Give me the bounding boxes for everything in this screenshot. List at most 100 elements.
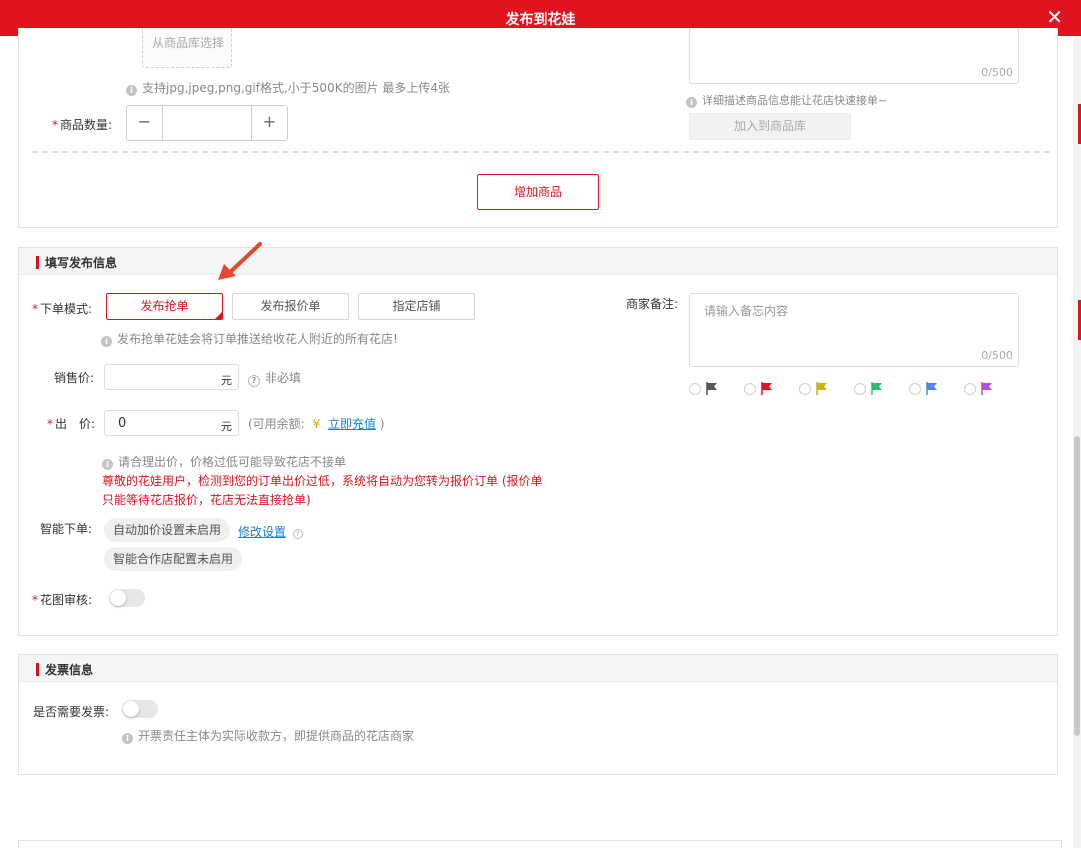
info-icon: i — [686, 97, 697, 108]
remark-char-count: 0/500 — [981, 349, 1013, 362]
required-mark: * — [47, 417, 53, 431]
toggle-knob — [110, 590, 126, 606]
offer-label-wrap: * 出 价: — [47, 415, 95, 432]
flag-option[interactable] — [744, 382, 778, 396]
offer-price-unit: 元 — [221, 420, 232, 433]
invoice-hint-text: 开票责任主体为实际收款方，即提供商品的花店商家 — [138, 729, 415, 743]
close-icon[interactable]: ✕ — [1046, 7, 1063, 27]
scrollbar[interactable] — [1073, 36, 1081, 848]
balance-suffix: ) — [379, 417, 385, 431]
quantity-minus-button[interactable]: − — [127, 106, 163, 140]
info-icon: i — [122, 733, 133, 744]
balance-symbol: ¥ — [312, 417, 321, 431]
upload-hint: i 支持jpg,jpeg,png,gif格式,小于500K的图片 最多上传4张 — [126, 79, 450, 96]
selected-corner-mark — [215, 312, 222, 319]
mode-grab-order-label: 发布抢单 — [140, 299, 189, 313]
need-invoice-label: 是否需要发票: — [33, 705, 110, 719]
offer-price-input[interactable]: 0 元 — [104, 410, 239, 436]
upload-hint-text: 支持jpg,jpeg,png,gif格式,小于500K的图片 最多上传4张 — [142, 81, 451, 95]
offer-hint: i 请合理出价，价格过低可能导致花店不接单 — [102, 453, 346, 470]
modify-settings-wrap: 修改设置 ? — [238, 523, 303, 540]
photo-review-label: 花图审核: — [40, 593, 93, 607]
toggle-knob — [123, 701, 139, 717]
invoice-hint: i 开票责任主体为实际收款方，即提供商品的花店商家 — [122, 727, 414, 744]
remark-textarea[interactable]: 请输入备忘内容 0/500 — [689, 293, 1019, 367]
flag-option[interactable] — [909, 382, 943, 396]
description-char-count: 0/500 — [981, 66, 1013, 79]
mode-hint-text: 发布抢单花娃会将订单推送给收花人附近的所有花店! — [117, 332, 398, 346]
flag-option[interactable] — [799, 382, 833, 396]
add-product-button[interactable]: 增加商品 — [477, 174, 599, 210]
divider — [32, 151, 1050, 153]
flag-radio[interactable] — [964, 383, 976, 395]
publish-info-header: 填写发布信息 — [19, 248, 1057, 275]
add-to-library-button[interactable]: 加入到商品库 — [689, 113, 851, 140]
mode-specified-shop-button[interactable]: 指定店铺 — [358, 293, 475, 320]
flag-option[interactable] — [689, 382, 723, 396]
order-mode-label-wrap: * 下单模式: — [32, 300, 92, 317]
annotation-arrow-icon — [218, 242, 262, 280]
flag-option[interactable] — [964, 382, 998, 396]
flag-icon — [706, 382, 717, 395]
quantity-label-wrap: * 商品数量: — [52, 116, 112, 133]
flag-radio[interactable] — [689, 383, 701, 395]
flag-radio[interactable] — [909, 383, 921, 395]
sale-price-label: 销售价: — [54, 371, 95, 385]
info-icon: i — [126, 85, 137, 96]
library-select-box[interactable]: 从商品库选择 — [142, 28, 232, 68]
offer-price-value: 0 — [118, 416, 127, 431]
smart-order-label: 智能下单: — [40, 522, 93, 536]
balance-prefix: (可用余额: — [248, 417, 305, 431]
sale-price-input[interactable]: 元 — [104, 364, 239, 390]
recharge-link[interactable]: 立即充值 — [328, 417, 376, 431]
required-mark: * — [52, 118, 58, 132]
mode-quote-order-button[interactable]: 发布报价单 — [232, 293, 349, 320]
section-marker — [36, 663, 39, 676]
description-hint: i 详细描述商品信息能让花店快速接单~ — [686, 92, 887, 108]
flag-option[interactable] — [854, 382, 888, 396]
mode-grab-order-button[interactable]: 发布抢单 — [106, 293, 223, 320]
library-select-label: 从商品库选择 — [152, 36, 225, 50]
auto-raise-status-chip: 自动加价设置未启用 — [104, 518, 231, 542]
low-price-warning-line2: 只能等待花店报价，花店无法直接抢单) — [102, 493, 311, 507]
flag-icon — [816, 382, 827, 395]
invoice-panel: 发票信息 — [18, 654, 1058, 775]
mode-hint: i 发布抢单花娃会将订单推送给收花人附近的所有花店! — [101, 330, 398, 347]
invoice-header: 发票信息 — [19, 655, 1057, 682]
next-panel-edge — [18, 840, 1062, 848]
flag-icon — [871, 382, 882, 395]
order-mode-label: 下单模式: — [40, 302, 93, 316]
coop-shop-status-chip: 智能合作店配置未启用 — [104, 547, 243, 571]
description-hint-text: 详细描述商品信息能让花店快速接单~ — [702, 94, 888, 107]
dialog-title: 发布到花娃 — [505, 12, 576, 28]
publish-info-title: 填写发布信息 — [45, 256, 118, 270]
balance-line: (可用余额: ¥ 立即充值 ) — [248, 415, 385, 432]
flag-radio[interactable] — [744, 383, 756, 395]
offer-label: 出 价: — [55, 417, 96, 431]
help-icon[interactable]: ? — [292, 529, 303, 539]
offer-hint-text: 请合理出价，价格过低可能导致花店不接单 — [118, 455, 347, 469]
quantity-plus-button[interactable]: + — [251, 106, 287, 140]
low-price-warning-line1: 尊敬的花娃用户，检测到您的订单出价过低，系统将自动为您转为报价订单 (报价单 — [102, 474, 543, 488]
sale-price-optional-hint: ? 非必填 — [248, 369, 301, 387]
quantity-stepper[interactable]: − + — [126, 105, 288, 141]
need-invoice-toggle[interactable] — [122, 700, 158, 718]
optional-hint-text: 非必填 — [265, 371, 302, 385]
remark-placeholder: 请输入备忘内容 — [704, 304, 789, 318]
sale-price-unit: 元 — [221, 374, 232, 387]
info-icon: i — [101, 336, 112, 347]
invoice-title: 发票信息 — [45, 663, 94, 677]
quantity-label: 商品数量: — [60, 118, 113, 132]
scrollbar-thumb[interactable] — [1074, 436, 1080, 736]
photo-review-label-wrap: * 花图审核: — [32, 591, 92, 608]
info-icon: i — [102, 459, 113, 470]
flag-icon — [761, 382, 772, 395]
required-mark: * — [32, 302, 38, 316]
flag-icon — [926, 382, 937, 395]
product-description-textarea[interactable]: 0/500 — [689, 28, 1019, 84]
flag-radio[interactable] — [799, 383, 811, 395]
modify-settings-link[interactable]: 修改设置 — [238, 525, 286, 539]
photo-review-toggle[interactable] — [109, 589, 145, 607]
flag-radio[interactable] — [854, 383, 866, 395]
question-icon: ? — [248, 375, 260, 387]
